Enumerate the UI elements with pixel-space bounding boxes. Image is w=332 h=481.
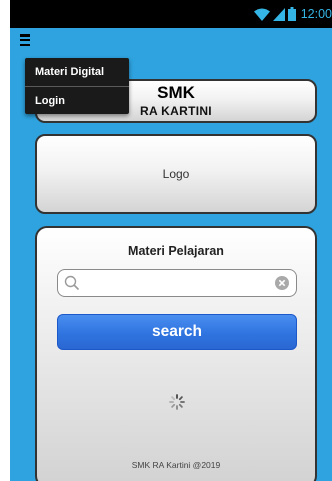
signal-icon (272, 7, 285, 21)
clear-icon[interactable] (275, 276, 289, 295)
logo-card: Logo (35, 134, 317, 214)
logo-label: Logo (162, 167, 190, 181)
status-icons: 12:00 (253, 6, 332, 22)
wifi-icon (253, 8, 270, 21)
status-time: 12:00 (300, 7, 332, 21)
menu-item-materi-digital[interactable]: Materi Digital (25, 58, 129, 86)
section-heading: Materi Pelajaran (128, 244, 224, 258)
dropdown-menu: Materi Digital Login (25, 58, 129, 114)
search-button[interactable]: search (57, 314, 297, 350)
battery-icon (287, 7, 296, 21)
app-screen: 12:00 SMK RA KARTINI Logo Materi Pelajar… (10, 0, 332, 481)
menu-item-login[interactable]: Login (25, 86, 129, 114)
loading-spinner-icon (169, 394, 185, 415)
search-input[interactable] (84, 273, 264, 293)
search-icon (64, 275, 80, 296)
footer-text: SMK RA Kartini @2019 (131, 460, 221, 470)
status-bar: 12:00 (10, 0, 332, 28)
search-box[interactable] (57, 269, 297, 297)
menu-icon[interactable] (20, 34, 30, 46)
materi-card: Materi Pelajaran search SMK RA Kartini @… (35, 226, 317, 481)
